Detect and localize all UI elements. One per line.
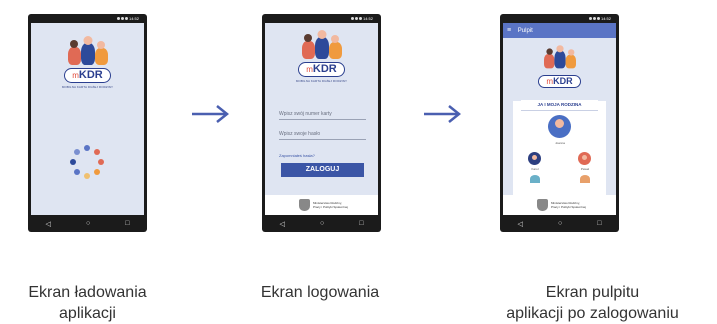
tagline: MOBILNA KARTA DUŻEJ RODZINY bbox=[295, 79, 348, 83]
caption-line: Ekran ładowania bbox=[28, 284, 147, 301]
status-bar: 14:52 bbox=[262, 14, 381, 23]
member-avatar-partial[interactable] bbox=[530, 175, 540, 183]
signal-icon bbox=[592, 17, 596, 21]
battery-icon bbox=[358, 17, 362, 21]
wifi-icon bbox=[350, 17, 354, 21]
android-nav-bar: ◁ ○ □ bbox=[28, 215, 147, 232]
home-icon[interactable]: ○ bbox=[86, 220, 90, 227]
android-nav-bar: ◁ ○ □ bbox=[262, 215, 381, 232]
family-illustration bbox=[300, 30, 344, 59]
wifi-icon bbox=[116, 17, 120, 21]
recents-icon[interactable]: □ bbox=[359, 220, 363, 227]
eagle-emblem-icon bbox=[299, 199, 310, 211]
family-illustration bbox=[542, 45, 577, 69]
caption-line: aplikacji bbox=[59, 305, 116, 322]
signal-icon bbox=[354, 17, 358, 21]
back-icon[interactable]: ◁ bbox=[280, 220, 285, 228]
caption-dashboard: Ekran pulpitu aplikacji po zalogowaniu bbox=[470, 282, 715, 324]
loading-screen: mKDR MOBILNA KARTA DUŻEJ RODZINY bbox=[31, 23, 144, 215]
login-screen: mKDR MOBILNA KARTA DUŻEJ RODZINY Wpisz s… bbox=[265, 23, 378, 215]
member-avatar[interactable] bbox=[578, 152, 591, 165]
logo-pill: mKDR bbox=[298, 62, 345, 77]
main-user-avatar[interactable] bbox=[548, 115, 571, 138]
member-avatar-partial[interactable] bbox=[580, 175, 590, 183]
caption-line: Ekran pulpitu bbox=[545, 284, 640, 301]
app-bar: ≡ Pulpit bbox=[503, 23, 616, 38]
app-logo: mKDR MOBILNA KARTA DUŻEJ RODZINY bbox=[58, 36, 118, 89]
wifi-icon bbox=[588, 17, 592, 21]
caption-loading: Ekran ładowania aplikacji bbox=[0, 282, 175, 324]
home-icon[interactable]: ○ bbox=[320, 220, 324, 227]
arrow-right-icon bbox=[424, 105, 462, 123]
back-icon[interactable]: ◁ bbox=[46, 220, 51, 228]
logo-pill: mKDR bbox=[64, 68, 111, 83]
android-nav-bar: ◁ ○ □ bbox=[500, 215, 619, 232]
battery-icon bbox=[596, 17, 600, 21]
ministry-footer: Ministerstwo Rodziny, Pracy i Polityki Sp… bbox=[503, 195, 616, 215]
logo-pill: mKDR bbox=[538, 75, 581, 88]
caption-login: Ekran logowania bbox=[230, 282, 410, 303]
login-button[interactable]: ZALOGUJ bbox=[281, 163, 364, 177]
status-time: 14:52 bbox=[600, 16, 611, 21]
signal-icon bbox=[120, 17, 124, 21]
member-avatar[interactable] bbox=[528, 152, 541, 165]
battery-icon bbox=[124, 17, 128, 21]
family-illustration bbox=[66, 36, 110, 65]
family-card-title: JA I MOJA RODZINA bbox=[521, 100, 598, 111]
dashboard-screen: ≡ Pulpit mKDR JA I MOJA RODZINA Joanna K… bbox=[503, 23, 616, 215]
main-user-name: Joanna bbox=[555, 141, 565, 145]
caption-line: aplikacji po zalogowaniu bbox=[506, 305, 679, 322]
status-time: 14:52 bbox=[128, 16, 139, 21]
tagline: MOBILNA KARTA DUŻEJ RODZINY bbox=[61, 85, 114, 89]
hamburger-icon[interactable]: ≡ bbox=[507, 27, 511, 34]
forgot-password-link[interactable]: Zapomniałeś hasła? bbox=[279, 153, 315, 158]
home-icon[interactable]: ○ bbox=[558, 220, 562, 227]
recents-icon[interactable]: □ bbox=[125, 220, 129, 227]
member-name: Paweł bbox=[580, 167, 590, 171]
card-number-field[interactable]: Wpisz swój numer karty bbox=[279, 111, 366, 120]
password-field[interactable]: Wpisz swoje hasło bbox=[279, 131, 366, 140]
caption-line: Ekran logowania bbox=[260, 284, 380, 301]
app-logo: mKDR MOBILNA KARTA DUŻEJ RODZINY bbox=[292, 30, 352, 83]
phone-dashboard-screen: 14:52 ≡ Pulpit mKDR JA I MOJA RODZINA Jo… bbox=[500, 14, 619, 232]
ministry-footer: Ministerstwo Rodziny, Pracy i Polityki Sp… bbox=[265, 195, 378, 215]
app-bar-title: Pulpit bbox=[517, 28, 533, 34]
app-logo: mKDR bbox=[530, 45, 590, 89]
status-time: 14:52 bbox=[362, 16, 373, 21]
eagle-emblem-icon bbox=[537, 199, 548, 211]
ministry-name-line2: Pracy i Polityki Społecznej bbox=[313, 205, 349, 209]
back-icon[interactable]: ◁ bbox=[518, 220, 523, 228]
status-bar: 14:52 bbox=[28, 14, 147, 23]
phone-loading-screen: 14:52 mKDR MOBILNA KARTA DUŻEJ RODZINY ◁… bbox=[28, 14, 147, 232]
recents-icon[interactable]: □ bbox=[597, 220, 601, 227]
phone-login-screen: 14:52 mKDR MOBILNA KARTA DUŻEJ RODZINY W… bbox=[262, 14, 381, 232]
ministry-name-line2: Pracy i Polityki Społecznej bbox=[551, 205, 587, 209]
status-bar: 14:52 bbox=[500, 14, 619, 23]
arrow-right-icon bbox=[192, 105, 230, 123]
member-name: Karol bbox=[531, 167, 539, 171]
